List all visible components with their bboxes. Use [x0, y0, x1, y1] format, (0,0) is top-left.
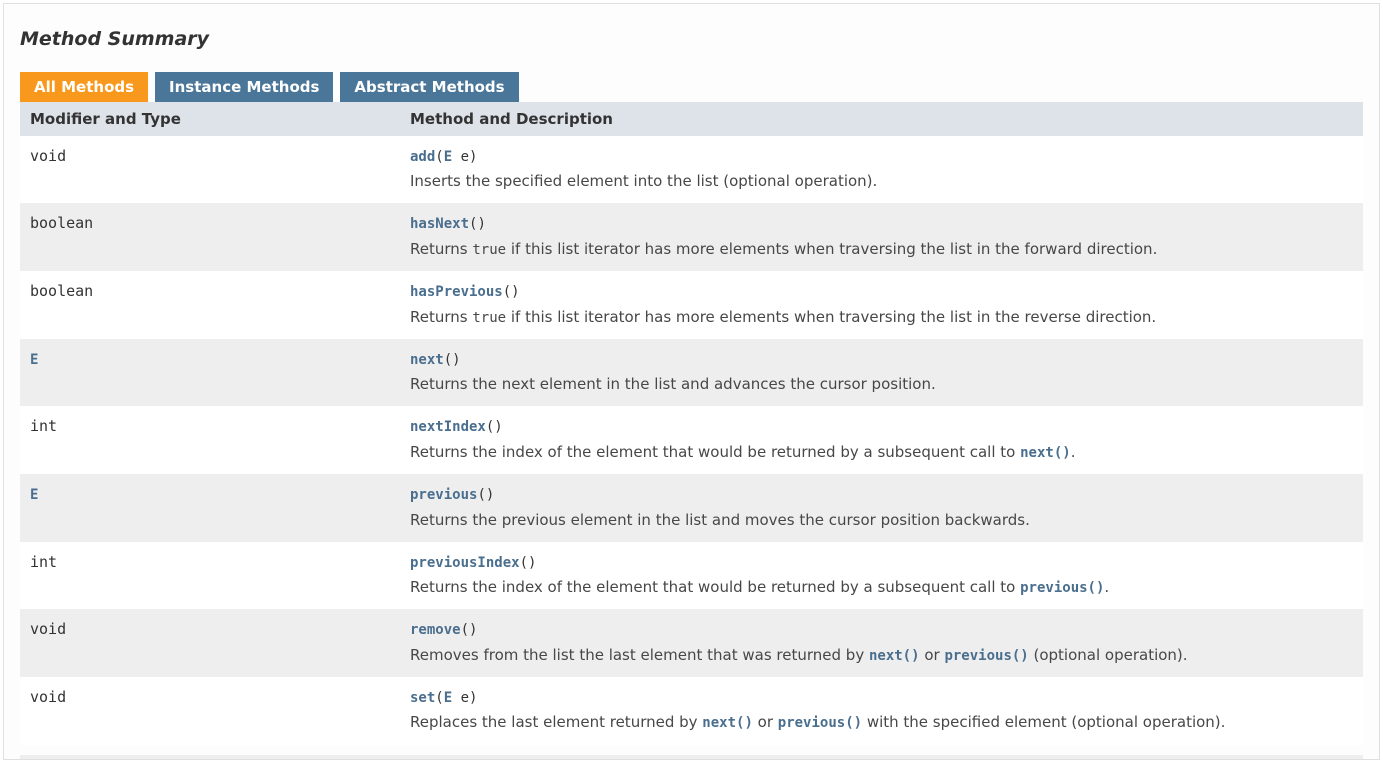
paren-close: )	[486, 487, 494, 503]
table-row: booleanhasPrevious()Returns true if this…	[20, 271, 1363, 339]
col-header-method: Method and Description	[400, 102, 1363, 136]
col-header-modifier: Modifier and Type	[20, 102, 400, 136]
method-description: Returns true if this list iterator has m…	[410, 237, 1353, 261]
paren-open: (	[444, 352, 452, 368]
method-description: Removes from the list the last element t…	[410, 643, 1353, 667]
method-cell: next()Returns the next element in the li…	[400, 339, 1363, 406]
method-ref-link[interactable]: previous()	[944, 648, 1028, 664]
section-divider	[20, 755, 1363, 759]
method-link[interactable]: add	[410, 149, 435, 165]
paren-close: )	[469, 622, 477, 638]
method-signature: nextIndex()	[410, 414, 1353, 438]
method-summary-section: Method Summary All MethodsInstance Metho…	[3, 3, 1380, 760]
table-row: intpreviousIndex()Returns the index of t…	[20, 542, 1363, 610]
param-name: e	[452, 149, 469, 165]
type-link[interactable]: E	[30, 352, 38, 368]
method-ref-link[interactable]: previous()	[778, 715, 862, 731]
table-row: intnextIndex()Returns the index of the e…	[20, 406, 1363, 474]
method-cell: hasNext()Returns true if this list itera…	[400, 203, 1363, 271]
modifier-cell: E	[20, 474, 400, 541]
method-link[interactable]: remove	[410, 622, 461, 638]
method-summary-table: Modifier and Type Method and Description…	[20, 102, 1363, 745]
method-description: Returns the next element in the list and…	[410, 372, 1353, 396]
param-type-link[interactable]: E	[444, 149, 452, 165]
paren-close: )	[477, 216, 485, 232]
table-row: Eprevious()Returns the previous element …	[20, 474, 1363, 541]
inline-code: true	[472, 310, 506, 326]
method-link[interactable]: previous	[410, 487, 477, 503]
method-description: Inserts the specified element into the l…	[410, 169, 1353, 193]
paren-open: (	[435, 149, 443, 165]
method-ref-link[interactable]: next()	[702, 715, 753, 731]
paren-close: )	[511, 284, 519, 300]
table-row: voidremove()Removes from the list the la…	[20, 609, 1363, 677]
paren-close: )	[494, 419, 502, 435]
method-link[interactable]: hasNext	[410, 216, 469, 232]
method-cell: hasPrevious()Returns true if this list i…	[400, 271, 1363, 339]
method-description: Returns the index of the element that wo…	[410, 440, 1353, 464]
param-name: e	[452, 690, 469, 706]
modifier-cell: boolean	[20, 203, 400, 271]
paren-open: (	[435, 690, 443, 706]
method-link[interactable]: nextIndex	[410, 419, 486, 435]
paren-open: (	[461, 622, 469, 638]
param-type-link[interactable]: E	[444, 690, 452, 706]
modifier-cell: int	[20, 406, 400, 474]
method-cell: previous()Returns the previous element i…	[400, 474, 1363, 541]
paren-open: (	[477, 487, 485, 503]
method-ref-link[interactable]: next()	[1020, 445, 1071, 461]
paren-close: )	[528, 555, 536, 571]
tab-all-methods[interactable]: All Methods	[20, 72, 148, 102]
method-cell: add(E e)Inserts the specified element in…	[400, 136, 1363, 203]
method-description: Returns the previous element in the list…	[410, 508, 1353, 532]
method-cell: remove()Removes from the list the last e…	[400, 609, 1363, 677]
method-ref-link[interactable]: next()	[869, 648, 920, 664]
paren-open: (	[520, 555, 528, 571]
method-cell: previousIndex()Returns the index of the …	[400, 542, 1363, 610]
method-signature: previous()	[410, 482, 1353, 506]
method-signature: hasPrevious()	[410, 279, 1353, 303]
paren-close: )	[469, 149, 477, 165]
method-signature: add(E e)	[410, 144, 1353, 168]
table-header-row: Modifier and Type Method and Description	[20, 102, 1363, 136]
tab-abstract-methods[interactable]: Abstract Methods	[340, 72, 518, 102]
tab-instance-methods[interactable]: Instance Methods	[155, 72, 333, 102]
method-description: Returns true if this list iterator has m…	[410, 305, 1353, 329]
method-link[interactable]: set	[410, 690, 435, 706]
method-signature: next()	[410, 347, 1353, 371]
type-link[interactable]: E	[30, 487, 38, 503]
table-row: voidadd(E e)Inserts the specified elemen…	[20, 136, 1363, 203]
method-signature: remove()	[410, 617, 1353, 641]
modifier-cell: boolean	[20, 271, 400, 339]
inline-code: true	[472, 242, 506, 258]
method-cell: set(E e)Replaces the last element return…	[400, 677, 1363, 745]
table-row: booleanhasNext()Returns true if this lis…	[20, 203, 1363, 271]
method-link[interactable]: previousIndex	[410, 555, 520, 571]
paren-close: )	[469, 690, 477, 706]
method-link[interactable]: next	[410, 352, 444, 368]
method-description: Replaces the last element returned by ne…	[410, 710, 1353, 734]
modifier-cell: E	[20, 339, 400, 406]
table-row: Enext()Returns the next element in the l…	[20, 339, 1363, 406]
modifier-cell: void	[20, 136, 400, 203]
modifier-cell: void	[20, 609, 400, 677]
tabs-bar: All MethodsInstance MethodsAbstract Meth…	[20, 72, 1363, 102]
method-description: Returns the index of the element that wo…	[410, 575, 1353, 599]
modifier-cell: int	[20, 542, 400, 610]
section-title: Method Summary	[20, 28, 1363, 50]
modifier-cell: void	[20, 677, 400, 745]
paren-close: )	[452, 352, 460, 368]
method-signature: previousIndex()	[410, 550, 1353, 574]
method-link[interactable]: hasPrevious	[410, 284, 503, 300]
method-ref-link[interactable]: previous()	[1020, 580, 1104, 596]
method-signature: hasNext()	[410, 211, 1353, 235]
table-row: voidset(E e)Replaces the last element re…	[20, 677, 1363, 745]
paren-open: (	[503, 284, 511, 300]
method-signature: set(E e)	[410, 685, 1353, 709]
method-cell: nextIndex()Returns the index of the elem…	[400, 406, 1363, 474]
